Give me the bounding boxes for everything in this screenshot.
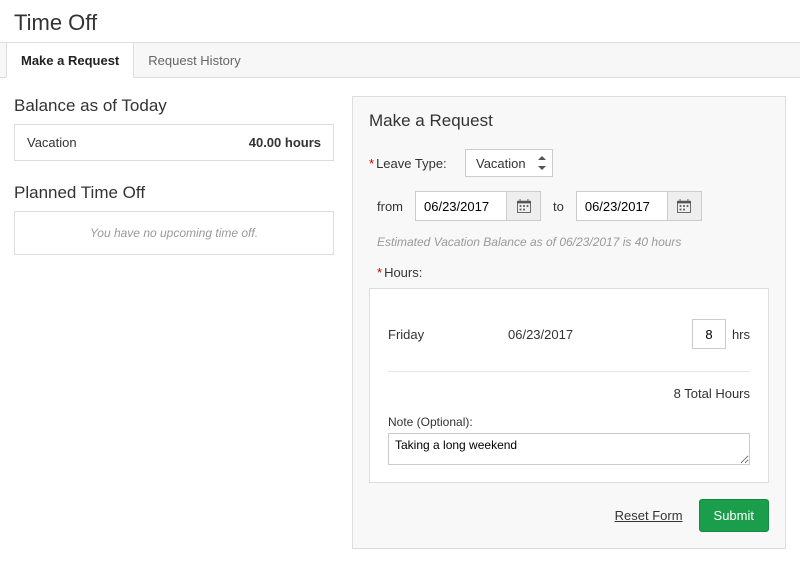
balance-heading: Balance as of Today xyxy=(14,96,334,116)
request-form-panel: Make a Request *Leave Type: Vacation fro… xyxy=(352,96,786,549)
balance-row: Vacation 40.00 hours xyxy=(14,124,334,161)
hours-box: Friday 06/23/2017 hrs 8 Total Hours Note… xyxy=(369,288,769,483)
form-title: Make a Request xyxy=(369,111,769,131)
note-textarea[interactable] xyxy=(388,433,750,465)
planned-empty-message: You have no upcoming time off. xyxy=(14,211,334,255)
calendar-icon xyxy=(677,199,691,213)
from-date-input[interactable] xyxy=(415,191,507,221)
leave-type-select[interactable]: Vacation xyxy=(465,149,553,177)
entry-date: 06/23/2017 xyxy=(508,327,692,342)
tab-make-request[interactable]: Make a Request xyxy=(6,43,134,78)
total-hours: 8 Total Hours xyxy=(388,382,750,415)
calendar-icon xyxy=(517,199,531,213)
balance-value: 40.00 hours xyxy=(249,135,321,150)
tab-request-history[interactable]: Request History xyxy=(134,43,254,77)
from-date-picker-button[interactable] xyxy=(507,191,541,221)
to-date-picker-button[interactable] xyxy=(668,191,702,221)
planned-heading: Planned Time Off xyxy=(14,183,334,203)
estimate-text: Estimated Vacation Balance as of 06/23/2… xyxy=(377,235,769,249)
divider xyxy=(388,371,750,372)
to-date-input[interactable] xyxy=(576,191,668,221)
page-title: Time Off xyxy=(0,0,800,42)
hours-entry-row: Friday 06/23/2017 hrs xyxy=(388,309,750,367)
submit-button[interactable]: Submit xyxy=(699,499,769,532)
to-label: to xyxy=(553,199,564,214)
reset-form-link[interactable]: Reset Form xyxy=(615,508,683,523)
leave-type-value: Vacation xyxy=(476,156,526,171)
tab-bar: Make a Request Request History xyxy=(0,42,800,78)
leave-type-label: *Leave Type: xyxy=(369,156,447,171)
entry-day: Friday xyxy=(388,327,508,342)
select-arrows-icon xyxy=(538,156,546,170)
entry-hours-input[interactable] xyxy=(692,319,726,349)
balance-type: Vacation xyxy=(27,135,77,150)
hours-label: *Hours: xyxy=(377,265,769,280)
from-label: from xyxy=(377,199,403,214)
note-label: Note (Optional): xyxy=(388,415,750,429)
entry-hours-suffix: hrs xyxy=(732,327,750,342)
